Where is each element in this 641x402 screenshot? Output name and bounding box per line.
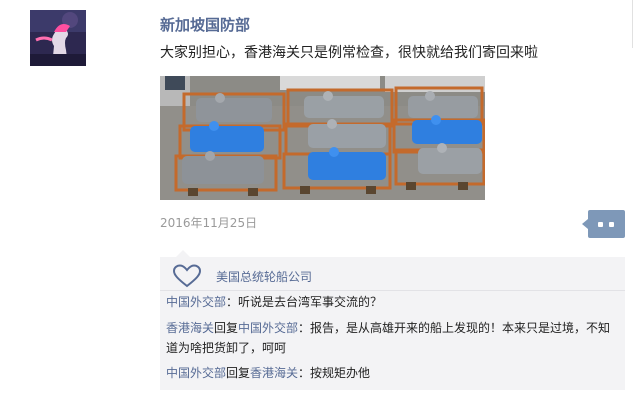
comment-item: 中国外交部：听说是去台湾军事交流的？ xyxy=(166,292,622,312)
comment-dots-icon xyxy=(609,222,614,227)
comment-item: 中国外交部回复香港海关：按规矩办他 xyxy=(166,363,622,383)
armored-vehicles-photo xyxy=(160,76,485,200)
comment-author[interactable]: 香港海关 xyxy=(166,321,214,335)
comment-text: ：听说是去台湾军事交流的？ xyxy=(226,295,383,309)
comment-button[interactable] xyxy=(582,210,625,238)
comment-dots-icon xyxy=(598,222,603,227)
adjacent-panel-edge xyxy=(632,0,641,48)
heart-outline-icon xyxy=(172,264,202,288)
likes-row: 美国总统轮船公司 xyxy=(172,263,312,289)
reply-target[interactable]: 香港海关 xyxy=(250,366,298,380)
interaction-panel: 美国总统轮船公司 中国外交部：听说是去台湾军事交流的？ 香港海关回复中国外交部：… xyxy=(160,257,625,390)
panel-arrow xyxy=(176,250,190,257)
comment-author[interactable]: 中国外交部 xyxy=(166,295,226,309)
reply-target[interactable]: 中国外交部 xyxy=(238,321,298,335)
post-author-name[interactable]: 新加坡国防部 xyxy=(160,14,250,35)
avatar[interactable] xyxy=(30,10,86,66)
reply-word: 回复 xyxy=(214,321,239,335)
likes-divider xyxy=(160,290,625,291)
reply-word: 回复 xyxy=(226,366,251,380)
post-text: 大家别担心，香港海关只是例常检查，很快就给我们寄回来啦 xyxy=(160,45,538,61)
post-timestamp: 2016年11月25日 xyxy=(160,216,258,230)
liker-name[interactable]: 美国总统轮船公司 xyxy=(216,268,312,285)
comment-text: ：按规矩办他 xyxy=(298,366,371,380)
post-photo[interactable] xyxy=(160,76,485,200)
comment-item: 香港海关回复中国外交部：报告，是从高雄开来的船上发现的！本来只是过境，不知道为啥… xyxy=(166,318,622,358)
merlion-avatar-icon xyxy=(30,10,86,66)
comment-button-tail xyxy=(582,219,588,229)
comment-author[interactable]: 中国外交部 xyxy=(166,366,226,380)
